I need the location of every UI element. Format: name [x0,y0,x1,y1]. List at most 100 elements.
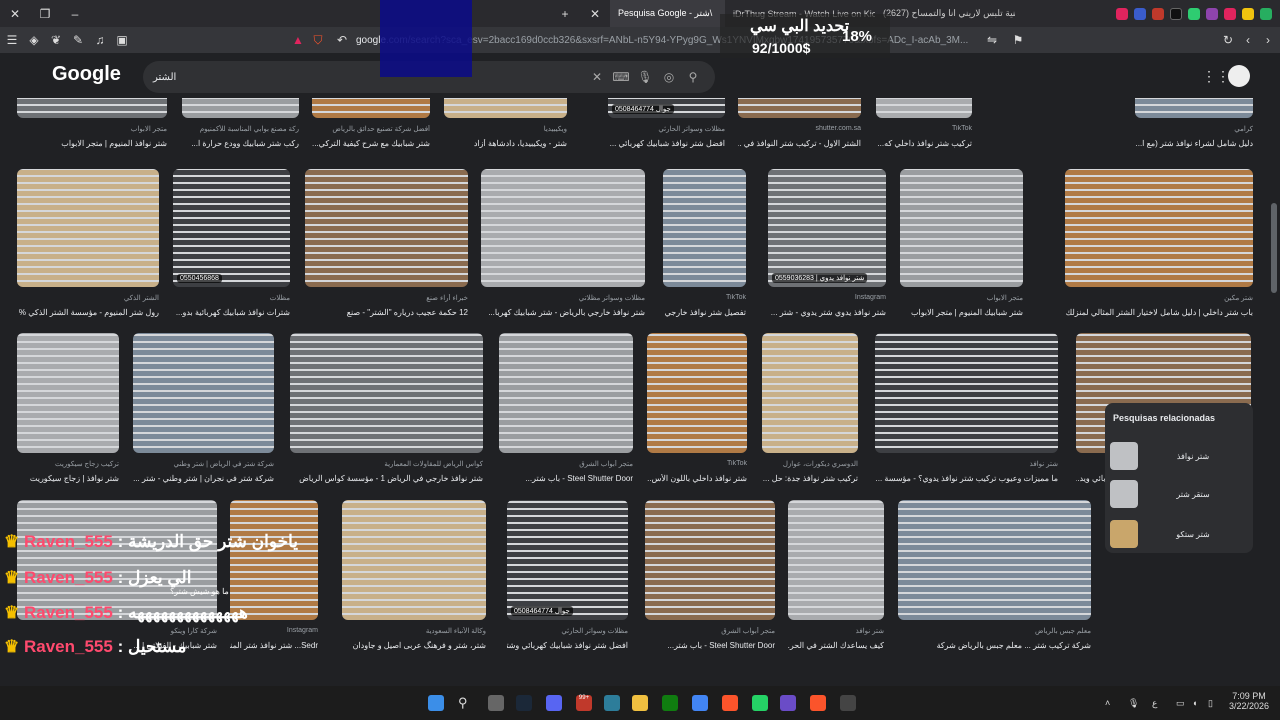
keyboard-icon[interactable]: ⌨ [609,70,633,84]
result-source[interactable]: ركة مصنع بوابي المناسبة للأكمنيوم [182,125,299,133]
start-icon[interactable] [428,695,444,711]
result-thumbnail[interactable] [342,500,486,620]
result-source[interactable]: متجر الابواب [17,125,167,133]
minimize-window-icon[interactable]: – [60,0,90,27]
result-source[interactable]: متجر أبواب الشرق [645,627,775,635]
warning-icon[interactable]: ▲ [288,30,308,50]
result-title[interactable]: رول شتر المنيوم - مؤسسة الشتر الذكي % [17,308,159,317]
brave-icon[interactable] [722,695,738,711]
xbox-icon[interactable] [662,695,678,711]
result-title[interactable]: شترات نوافذ شبابيك كهربائية بدو... [173,308,290,317]
result-thumbnail[interactable] [312,98,430,118]
tab-youtube[interactable]: (2627) اغنية تلبس لاريني انا والتمساح [875,0,1015,27]
result-source[interactable]: وكالة الأنباء السعودية [342,627,486,635]
result-thumbnail[interactable] [444,98,567,118]
shield-icon[interactable]: ◈ [24,30,44,50]
tab-manager-icon[interactable]: ▣ [112,30,132,50]
folder-icon[interactable] [632,695,648,711]
google-logo[interactable]: Google [52,63,121,86]
result-source[interactable]: shutter.com.sa [738,125,861,132]
app-icon[interactable]: 99+ [576,695,592,711]
lens-icon[interactable]: ◎ [657,70,681,84]
search-icon[interactable]: ⚲ [681,70,705,84]
scrollbar[interactable] [1268,53,1280,686]
result-source[interactable]: الدوسري ديكورات، عوازل [762,460,858,468]
result-title[interactable]: تركيب شتر نوافذ داخلي كه... [876,139,972,148]
result-thumbnail[interactable] [900,169,1023,287]
result-title[interactable]: شتر نوافذ المنيوم | متجر الابواب [17,139,167,148]
result-thumbnail[interactable] [1065,169,1253,287]
result-title[interactable]: شتر نوافذ داخلي باللون الأس... [647,474,747,483]
pen-icon[interactable]: ✎ [68,30,88,50]
chrome-icon[interactable] [692,695,708,711]
steam-icon[interactable] [516,695,532,711]
result-source[interactable]: مظلات وسواتر مظلاتي [481,294,645,302]
related-item[interactable]: شتر ستكو [1110,518,1248,550]
result-thumbnail[interactable] [499,333,633,453]
result-source[interactable]: TikTok [876,125,972,132]
result-title[interactable]: كيف يساعدك الشتر في الحر... [788,641,884,650]
result-title[interactable]: تفصيل شتر نوافذ خارجي ... [663,308,746,317]
favicon-icon[interactable] [1206,7,1218,20]
result-source[interactable]: كرامي [1135,125,1253,133]
result-title[interactable]: شركة تركيب شتر ... معلم جبس بالرياض شركة [898,641,1091,650]
edge-icon[interactable] [604,695,620,711]
result-source[interactable]: مظلات وسواتر الحارثي [608,125,725,133]
result-title[interactable]: شتر نوافذ خارجي في الرياض 1 - مؤسسة كواس… [290,474,483,483]
result-thumbnail[interactable] [898,500,1091,620]
result-title[interactable]: شتر نوافذ | زجاج سيكوريت [17,474,119,483]
result-source[interactable]: كواس الرياض للمقاولات المعمارية [290,460,483,468]
menu-icon[interactable]: ☰ [2,30,22,50]
result-title[interactable]: 12 حكمة عجيب درياره "الشتر" - صنع [305,308,468,317]
result-source[interactable]: Instagram [768,294,886,301]
scrollbar-thumb[interactable] [1271,203,1277,293]
result-title[interactable]: Sedr... شتر نوافذ شتر المنيوم [230,641,318,650]
new-tab-icon[interactable]: + [550,0,580,27]
result-source[interactable]: شتر نوافذ [788,627,884,635]
result-source[interactable]: TikTok [663,294,746,301]
forward-icon[interactable]: › [1258,30,1278,50]
result-source[interactable]: تركيب زجاج سيكوريت [17,460,119,468]
result-title[interactable]: الشتر الاول - تركيب شتر النوافذ في ... [738,139,861,148]
favicon-icon[interactable] [1134,7,1146,20]
result-thumbnail[interactable]: 0550456868 [173,169,290,287]
result-thumbnail[interactable] [663,169,746,287]
restore-window-icon[interactable]: ❐ [30,0,60,27]
result-thumbnail[interactable] [788,500,884,620]
discord-icon[interactable] [546,695,562,711]
mic-icon[interactable]: 🎙 [1128,698,1139,709]
network-icon[interactable]: ▭ [1176,698,1185,709]
tiktok-icon[interactable] [1170,7,1182,20]
clear-icon[interactable]: ✕ [585,70,609,84]
favicon-icon[interactable] [1260,7,1272,20]
result-title[interactable]: ركب شتر شبابيك وودع حرارة ا... [182,139,299,148]
search-query[interactable]: الشتر [153,72,585,83]
result-thumbnail[interactable] [762,333,858,453]
related-item[interactable]: شتر نوافذ [1110,440,1248,472]
result-thumbnail[interactable] [738,98,861,118]
close-tab-icon[interactable]: ✕ [580,0,610,27]
language-indicator[interactable]: ع [1152,698,1157,709]
clock[interactable]: 7:09 PM 3/22/2026 [1228,691,1270,711]
result-title[interactable]: Steel Shutter Door - باب شتر... [499,474,633,483]
bookmark-icon[interactable]: ⚑ [1008,30,1028,50]
volume-icon[interactable]: ◖ [1192,698,1197,708]
result-thumbnail[interactable]: 0508464774 جوال [608,98,725,118]
result-thumbnail[interactable] [481,169,645,287]
leaf-icon[interactable]: ❦ [46,30,66,50]
tray-chevron-icon[interactable]: ˄ [1105,698,1110,708]
result-thumbnail[interactable] [290,333,483,453]
result-title[interactable]: Steel Shutter Door - باب شتر... [645,641,775,650]
share-icon[interactable]: ↶ [332,30,352,50]
result-thumbnail[interactable] [133,333,274,453]
result-thumbnail[interactable] [1135,98,1253,118]
favicon-icon[interactable] [1152,7,1164,20]
result-source[interactable]: الشتر الذكي [17,294,159,302]
back-icon[interactable]: ‹ [1238,30,1258,50]
result-title[interactable]: شتر، شتر و فرهنگ عربی اصیل و جاودان [342,641,486,650]
result-title[interactable]: افضل شتر نوافذ شبابيك كهربائي وشتر... [507,641,628,650]
result-thumbnail[interactable] [182,98,299,118]
battery-icon[interactable]: ▯ [1208,698,1213,709]
result-title[interactable]: باب شتر داخلي | دليل شامل لاختيار الشتر … [1065,308,1253,317]
result-title[interactable]: تركيب شتر نوافذ جدة: حل ... [762,474,858,483]
